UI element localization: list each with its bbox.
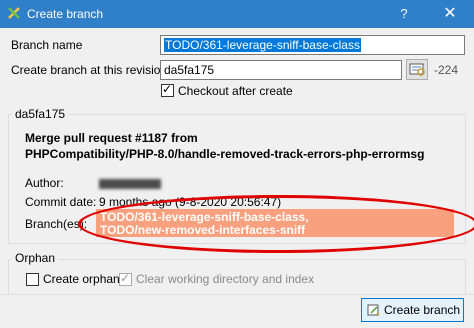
revision-number: -224 [434,63,459,77]
revision-input[interactable]: da5fa175 [160,60,402,80]
clear-working-dir-checkbox[interactable] [119,271,132,286]
branch-name-label: Branch name [11,38,83,52]
help-button[interactable]: ? [392,4,416,24]
create-branch-icon [367,304,380,316]
orphan-group-title: Orphan [12,251,59,265]
create-orphan-label: Create orphan [43,272,120,286]
author-label: Author: [25,176,64,190]
checkout-after-create-label: Checkout after create [178,84,293,98]
title-bar: Create branch ? ✕ [0,0,474,28]
create-orphan-checkbox[interactable] [26,273,39,286]
commit-group-title: da5fa175 [12,107,69,121]
author-value-redacted [99,176,161,190]
commit-date-label: Commit date: [25,195,97,209]
revision-value: da5fa175 [164,63,215,77]
revision-label: Create branch at this revision [11,63,168,77]
checkout-after-create-checkbox[interactable] [161,82,174,97]
browse-revision-button[interactable] [406,59,428,80]
git-branch-app-icon [8,7,20,19]
branch-name-input[interactable]: TODO/361-leverage-sniff-base-class [160,35,465,55]
clear-working-dir-label: Clear working directory and index [136,272,315,286]
create-branch-label: Create branch [384,303,461,317]
commit-subject-line2: PHPCompatibility/PHP-8.0/handle-removed-… [25,147,425,161]
commit-subject-line1: Merge pull request #1187 from [25,131,198,145]
annotation-oval [78,195,474,253]
window-title: Create branch [27,7,104,21]
browse-log-icon [409,63,425,76]
create-branch-button[interactable]: Create branch [361,298,464,322]
footer-separator [0,294,474,295]
branch-name-value: TODO/361-leverage-sniff-base-class [164,38,361,52]
close-button[interactable]: ✕ [430,3,470,25]
